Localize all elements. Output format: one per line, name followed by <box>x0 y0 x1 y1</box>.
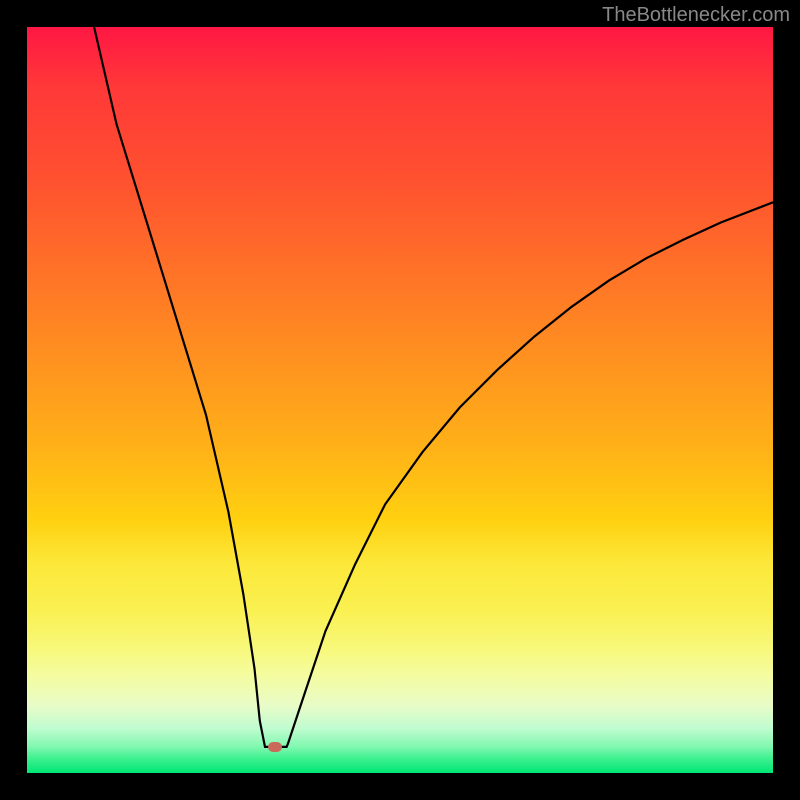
chart-curve <box>27 27 773 773</box>
watermark-text: TheBottlenecker.com <box>602 4 790 27</box>
optimal-point-marker <box>268 742 282 752</box>
